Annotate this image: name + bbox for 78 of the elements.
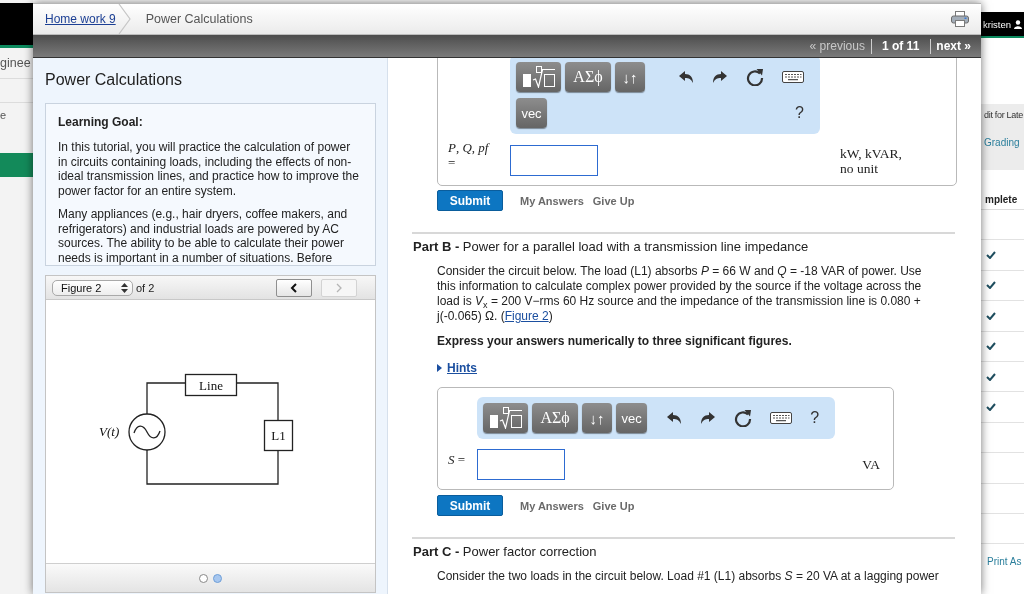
submit-button[interactable]: Submit xyxy=(437,495,503,516)
help-button[interactable]: ? xyxy=(810,409,820,427)
toolbar-key[interactable]: ↓↑ xyxy=(615,62,645,92)
undo-icon[interactable] xyxy=(678,70,694,84)
my-answers-link[interactable]: My Answers xyxy=(520,499,584,512)
source-label: V(t) xyxy=(99,424,120,439)
toolbar-key[interactable]: ΑΣϕ xyxy=(532,403,579,433)
breadcrumb-current: Power Calculations xyxy=(145,12,253,26)
load-box xyxy=(263,419,294,452)
intro-paragraph: In this tutorial, you will practice the calculation of power in circuits containing loads, including the effects of non-ideal transmission lines, and practice how to improve the power factor for an entire system. xyxy=(58,140,360,198)
template-button[interactable] xyxy=(483,403,529,433)
check-icon xyxy=(986,311,996,320)
intro-paragraph: Many appliances (e.g., hair dryers, coffee makers, and refrigerators) and industrial loads are powered by AC sources. The ability to be able to calculate their power needs is important in a number of situations. Before xyxy=(58,207,349,265)
updown-arrows-icon xyxy=(121,282,128,293)
problem-text: Consider the two loads in the circuit below. Load #1 (L1) absorbs S = 20 VA at a lagging power xyxy=(437,569,940,584)
check-icon xyxy=(986,342,996,351)
part-heading: Part C - Power factor correction xyxy=(412,544,598,560)
figure-select[interactable]: Figure 2 xyxy=(52,279,133,296)
give-up-link[interactable]: Give Up xyxy=(592,499,635,512)
redo-icon[interactable] xyxy=(712,70,728,84)
heading-fragment: ginee xyxy=(0,56,31,70)
unit-label: VA xyxy=(862,457,880,472)
toolbar-key[interactable]: ↓↑ xyxy=(582,403,613,433)
print-link[interactable]: Print As xyxy=(981,556,1022,568)
toolbar-key[interactable]: vec xyxy=(516,98,547,128)
learning-goal-heading: Learning Goal: xyxy=(58,115,144,130)
menu-text-fragment: e xyxy=(0,109,7,121)
grading-link[interactable]: Grading xyxy=(984,136,1020,150)
breadcrumb-link[interactable]: Home work 9 xyxy=(45,12,116,26)
undo-icon[interactable] xyxy=(666,411,683,425)
keyboard-icon[interactable] xyxy=(782,71,804,83)
check-icon xyxy=(986,281,996,290)
submit-button[interactable]: Submit xyxy=(437,190,503,211)
user-icon[interactable] xyxy=(1014,19,1022,29)
my-answers-link[interactable]: My Answers xyxy=(520,194,584,207)
page-header-bar xyxy=(0,3,33,48)
toolbar-key[interactable]: ΑΣϕ xyxy=(565,62,611,92)
chevron-left-icon xyxy=(290,282,298,293)
user-name[interactable]: kristen xyxy=(983,18,1011,30)
root-template-icon xyxy=(521,66,556,88)
reset-icon[interactable] xyxy=(746,68,764,86)
answer-label: P, Q, pf = xyxy=(448,140,491,170)
instruction-text: Express your answers numerically to three significant figures. xyxy=(437,334,793,349)
hints-link[interactable]: Hints xyxy=(447,360,477,375)
disclosure-triangle-icon[interactable] xyxy=(437,363,442,372)
column-label: dit for Late xyxy=(984,109,1023,122)
impedance-box xyxy=(184,373,238,397)
give-up-link[interactable]: Give Up xyxy=(592,194,635,207)
page-dot[interactable] xyxy=(199,573,208,583)
panel-title: Power Calculations xyxy=(45,71,183,89)
unit-label: kW, kVAR, no unit xyxy=(840,145,903,176)
answer-input[interactable] xyxy=(510,145,598,176)
load-label: L1 xyxy=(271,428,286,443)
keyboard-icon[interactable] xyxy=(770,412,793,424)
check-icon xyxy=(986,403,996,412)
impedance-label: Line xyxy=(199,378,223,393)
chevron-right-icon xyxy=(335,282,343,293)
template-button[interactable] xyxy=(516,62,561,92)
root-template-icon xyxy=(488,407,523,429)
answer-input[interactable] xyxy=(477,449,566,480)
figure-link[interactable]: Figure 2 xyxy=(504,309,549,323)
previous-figure-button[interactable] xyxy=(276,278,312,297)
figure-count: of 2 xyxy=(136,281,155,294)
page-position: 1 of 11 xyxy=(870,38,932,54)
problem-text: Consider the circuit below. The load (L1) absorbs P = 66 W and Q = -18 VAR of power. Use this information to calculate complex power provided by the source if the voltage across the load is V$_{x}$ = 200 V−rms 60 Hz source and the impedance of the transmission line is 0.080 + j(-0.065) Ω. (Figure 2) xyxy=(437,264,923,324)
active-menu-bar xyxy=(0,153,33,177)
toolbar-key[interactable]: vec xyxy=(616,403,648,433)
page-dot[interactable] xyxy=(213,573,222,583)
redo-icon[interactable] xyxy=(700,411,717,425)
part-heading: Part B - Power for a parallel load with a transmission line impedance xyxy=(412,239,810,255)
help-button[interactable]: ? xyxy=(795,104,804,122)
next-link[interactable]: next » xyxy=(936,38,971,54)
printer-icon[interactable] xyxy=(951,11,969,27)
reset-icon[interactable] xyxy=(734,409,753,427)
check-icon xyxy=(986,251,996,260)
ac-source-symbol xyxy=(128,413,166,451)
check-icon xyxy=(986,372,996,381)
answer-label: S = xyxy=(448,452,466,467)
